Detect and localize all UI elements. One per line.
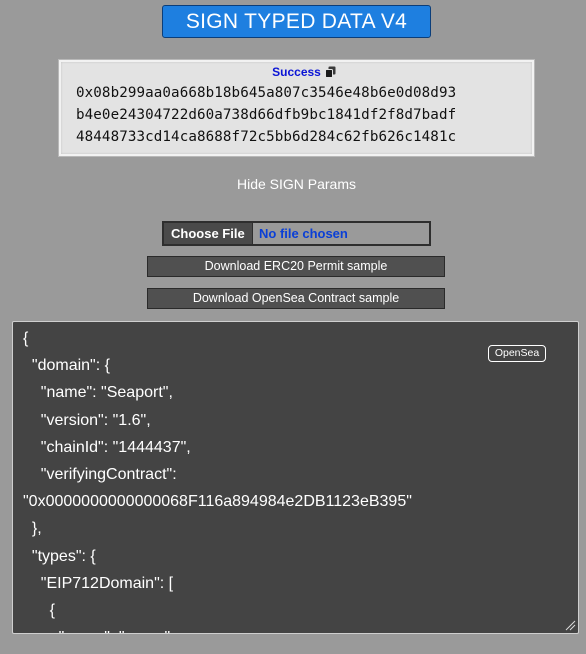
- resize-grip-icon[interactable]: [564, 619, 576, 631]
- editor-line: "0x0000000000000068F116a894984e2DB1123eB…: [23, 493, 412, 511]
- editor-line: "version": "1.6",: [23, 411, 151, 429]
- signature-result-box: Success 0x08b299aa0a668b18b645a807c3546e…: [59, 60, 534, 156]
- editor-line: "types": {: [23, 547, 96, 565]
- download-erc20-permit-button[interactable]: Download ERC20 Permit sample: [147, 256, 445, 277]
- sign-typed-data-v4-button[interactable]: SIGN TYPED DATA V4: [162, 5, 431, 38]
- page: SIGN TYPED DATA V4 Success 0x08b299aa0a6…: [0, 0, 586, 654]
- status-row: Success: [61, 65, 532, 79]
- typed-data-editor[interactable]: { "domain": { "name": "Seaport", "versio…: [12, 321, 579, 634]
- editor-line: "verifyingContract":: [23, 466, 177, 484]
- signature-line: 0x08b299aa0a668b18b645a807c3546e48b6e0d0…: [76, 85, 457, 101]
- editor-line: },: [23, 520, 42, 538]
- status-text: Success: [272, 65, 321, 79]
- editor-content[interactable]: { "domain": { "name": "Seaport", "versio…: [23, 325, 412, 633]
- editor-line: {: [23, 602, 56, 620]
- file-input[interactable]: Choose File No file chosen: [162, 221, 431, 246]
- opensea-badge: OpenSea: [488, 345, 546, 362]
- file-status-text: No file chosen: [259, 226, 348, 241]
- signature-line: 48448733cd14ca8688f72c5bb6d284c62fb626c1…: [76, 129, 457, 145]
- editor-line: {: [23, 330, 29, 347]
- copy-icon[interactable]: [325, 66, 336, 78]
- download-opensea-contract-button[interactable]: Download OpenSea Contract sample: [147, 288, 445, 309]
- editor-line: "EIP712Domain": [: [23, 574, 174, 592]
- signature-line: b4e0e24304722d60a738d66dfb9bc1841df2f8d7…: [76, 107, 457, 123]
- editor-line: "name": "name",: [23, 624, 412, 633]
- editor-line: "chainId": "1444437",: [23, 438, 191, 456]
- choose-file-button[interactable]: Choose File: [164, 223, 253, 244]
- editor-line: "name": "Seaport",: [23, 384, 173, 402]
- hide-sign-params-link[interactable]: Hide SIGN Params: [0, 176, 586, 192]
- signature-value: 0x08b299aa0a668b18b645a807c3546e48b6e0d0…: [76, 82, 526, 148]
- editor-line: "domain": {: [23, 357, 110, 375]
